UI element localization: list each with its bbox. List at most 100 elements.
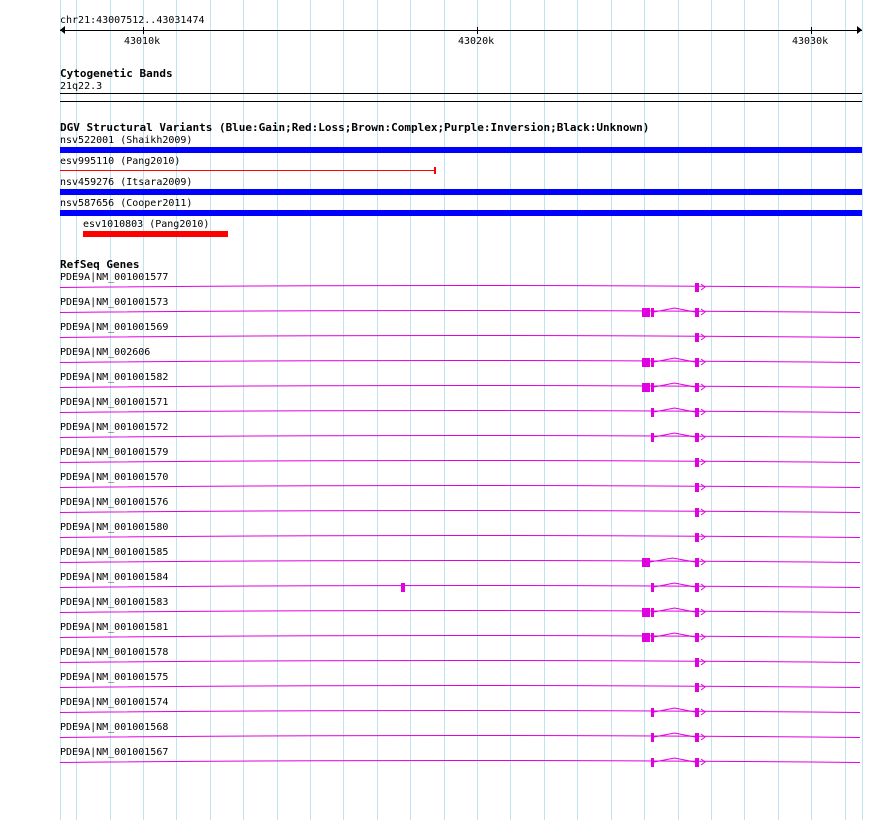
gene-intron-caret [653, 707, 696, 713]
gene-exon [695, 558, 699, 567]
strand-arrow-icon [700, 758, 706, 766]
gene-intron-line [59, 410, 861, 413]
gene-label[interactable]: PDE9A|NM_001001570 [60, 472, 168, 483]
dgv-variant-label[interactable]: esv995110 (Pang2010) [60, 156, 180, 167]
refseq-track-title: RefSeq Genes [60, 258, 140, 271]
gene-label[interactable]: PDE9A|NM_001001571 [60, 397, 168, 408]
gene-intron-caret [649, 557, 696, 563]
ruler-left-arrow-icon[interactable] [60, 26, 65, 34]
gene-label[interactable]: PDE9A|NM_001001573 [60, 297, 168, 308]
ruler-range-label: chr21:43007512..43031474 [60, 15, 205, 26]
gene-intron-line [59, 360, 861, 363]
ruler-tick-label: 43010k [124, 36, 161, 47]
ruler-tick [477, 27, 478, 34]
strand-arrow-icon [700, 408, 706, 416]
gene-exon [651, 383, 654, 392]
dgv-variant-bar[interactable] [60, 189, 862, 195]
ruler-line [60, 30, 862, 31]
gene-intron-caret [653, 382, 696, 388]
dgv-variant-label[interactable]: nsv459276 (Itsara2009) [60, 177, 192, 188]
gene-intron-caret [653, 432, 696, 438]
gene-intron-line [59, 485, 861, 488]
gene-exon [651, 583, 654, 592]
gene-label[interactable]: PDE9A|NM_002606 [60, 347, 150, 358]
gene-exon [695, 408, 699, 417]
gene-intron-line [59, 735, 861, 738]
gene-exon [651, 358, 654, 367]
cytoband-band-bottom-border [60, 101, 862, 102]
strand-arrow-icon [700, 658, 706, 666]
gene-intron-caret [653, 307, 696, 313]
strand-arrow-icon [700, 358, 706, 366]
ruler-tick-label: 43030k [792, 36, 829, 47]
gene-exon [695, 333, 699, 342]
gene-exon [695, 383, 699, 392]
strand-arrow-icon [700, 308, 706, 316]
gene-exon [642, 308, 650, 317]
gene-exon [695, 283, 699, 292]
strand-arrow-icon [700, 383, 706, 391]
gene-label[interactable]: PDE9A|NM_001001583 [60, 597, 168, 608]
gene-exon [642, 383, 650, 392]
gene-exon [642, 608, 650, 617]
dgv-variant-bar[interactable] [60, 210, 862, 216]
dgv-variant-label[interactable]: nsv587656 (Cooper2011) [60, 198, 192, 209]
gene-label[interactable]: PDE9A|NM_001001568 [60, 722, 168, 733]
gene-label[interactable]: PDE9A|NM_001001580 [60, 522, 168, 533]
gene-exon [695, 458, 699, 467]
gene-label[interactable]: PDE9A|NM_001001584 [60, 572, 168, 583]
gene-exon [651, 733, 654, 742]
gene-label[interactable]: PDE9A|NM_001001574 [60, 697, 168, 708]
dgv-variant-bar[interactable] [60, 147, 862, 153]
gene-exon [651, 433, 654, 442]
dgv-variant-bar[interactable] [83, 231, 228, 237]
gene-exon [695, 358, 699, 367]
strand-arrow-icon [700, 533, 706, 541]
gene-exon [695, 433, 699, 442]
strand-arrow-icon [700, 333, 706, 341]
gene-label[interactable]: PDE9A|NM_001001576 [60, 497, 168, 508]
gene-intron-caret [653, 582, 696, 588]
gene-label[interactable]: PDE9A|NM_001001575 [60, 672, 168, 683]
gene-intron-line [59, 335, 861, 338]
gene-label[interactable]: PDE9A|NM_001001578 [60, 647, 168, 658]
strand-arrow-icon [700, 733, 706, 741]
gene-intron-line [59, 585, 861, 588]
gene-exon [695, 483, 699, 492]
gene-intron-line [59, 660, 861, 663]
gene-intron-line [59, 610, 861, 613]
gene-label[interactable]: PDE9A|NM_001001577 [60, 272, 168, 283]
strand-arrow-icon [700, 583, 706, 591]
gene-exon [642, 558, 650, 567]
gene-label[interactable]: PDE9A|NM_001001581 [60, 622, 168, 633]
dgv-variant-label[interactable]: esv1010803 (Pang2010) [83, 219, 209, 230]
strand-arrow-icon [700, 433, 706, 441]
gene-label[interactable]: PDE9A|NM_001001579 [60, 447, 168, 458]
gene-label[interactable]: PDE9A|NM_001001569 [60, 322, 168, 333]
gene-label[interactable]: PDE9A|NM_001001572 [60, 422, 168, 433]
gene-label[interactable]: PDE9A|NM_001001567 [60, 747, 168, 758]
ruler-tick [143, 27, 144, 34]
gene-intron-caret [653, 357, 696, 363]
gene-exon [695, 583, 699, 592]
dgv-track-title: DGV Structural Variants (Blue:Gain;Red:L… [60, 121, 650, 134]
gene-intron-line [59, 535, 861, 538]
gene-intron-caret [653, 632, 696, 638]
gene-exon [695, 308, 699, 317]
strand-arrow-icon [700, 633, 706, 641]
gene-label[interactable]: PDE9A|NM_001001585 [60, 547, 168, 558]
gene-intron-line [59, 685, 861, 688]
gene-exon [695, 758, 699, 767]
dgv-variant-label[interactable]: nsv522001 (Shaikh2009) [60, 135, 192, 146]
dgv-variant-bar[interactable] [60, 170, 435, 171]
ruler-right-arrow-icon[interactable] [857, 26, 862, 34]
strand-arrow-icon [700, 608, 706, 616]
gene-exon [651, 308, 654, 317]
gene-intron-line [59, 510, 861, 513]
gene-exon [695, 633, 699, 642]
gene-intron-line [59, 285, 861, 288]
gene-label[interactable]: PDE9A|NM_001001582 [60, 372, 168, 383]
gene-intron-line [59, 710, 861, 713]
gene-intron-line [59, 460, 861, 463]
strand-arrow-icon [700, 508, 706, 516]
